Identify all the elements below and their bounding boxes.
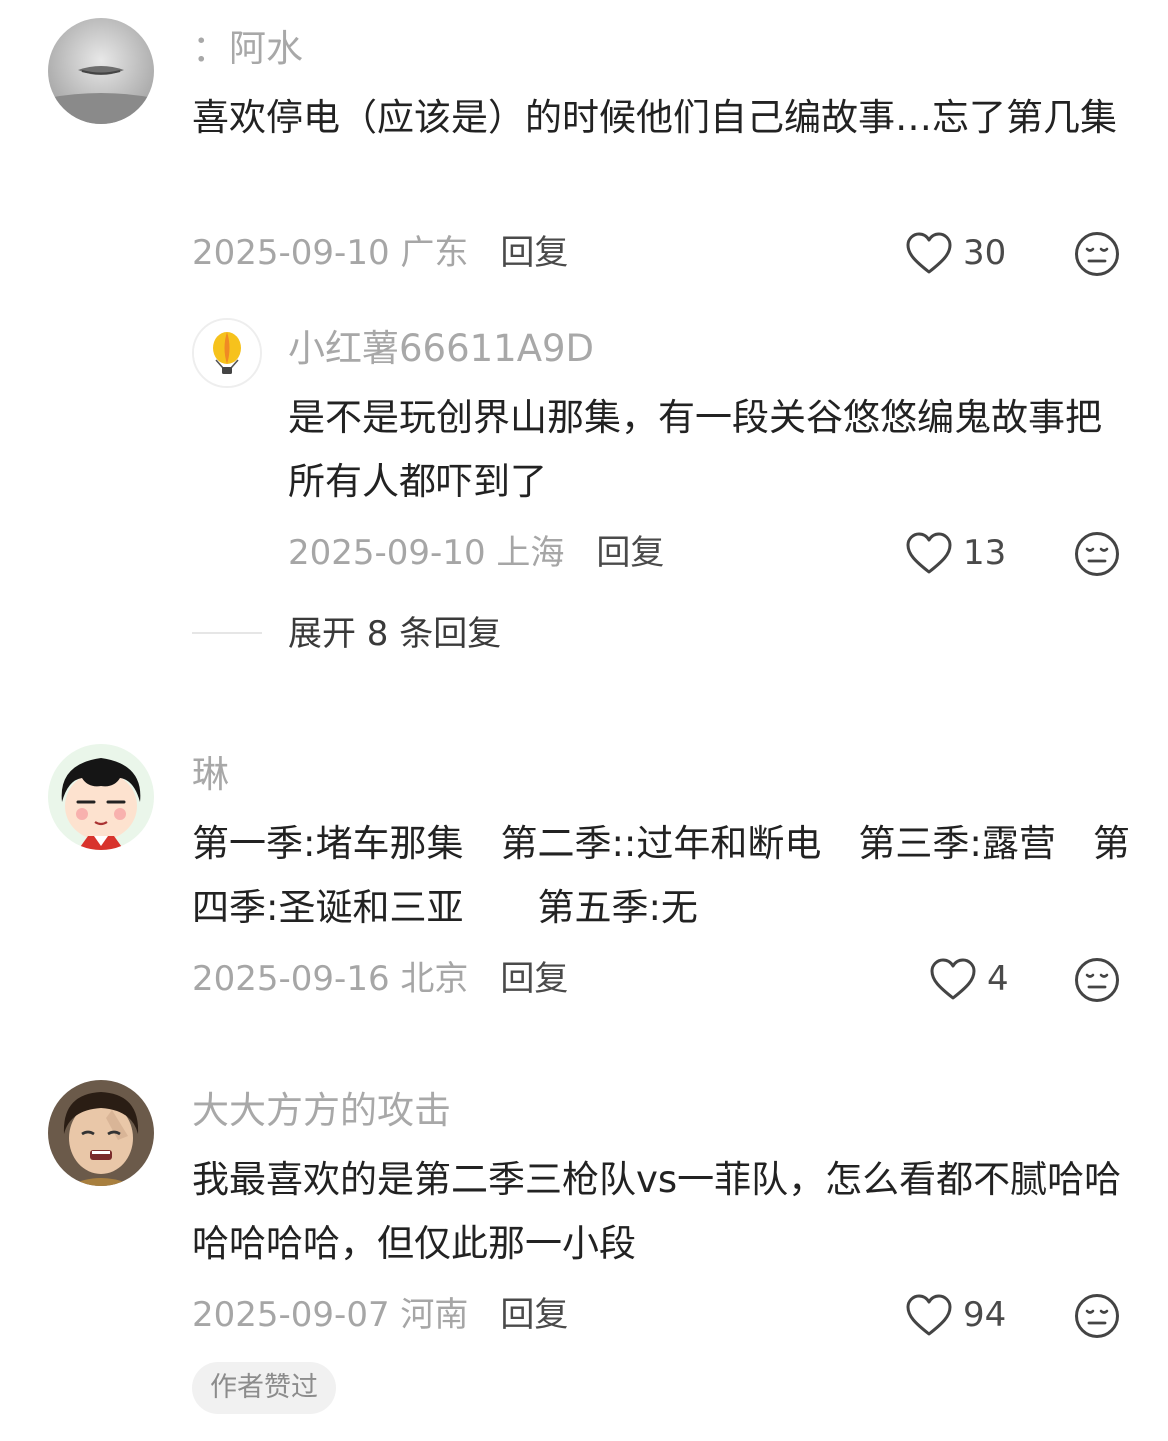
comment-meta: 2025-09-10 广东 回复 [192, 231, 568, 275]
neutral-face-icon[interactable] [1074, 531, 1120, 577]
reply-button[interactable]: 回复 [500, 1293, 568, 1337]
comment-location: 北京 [400, 959, 469, 999]
comment-username[interactable]: 琳 [192, 753, 229, 797]
like-count: 4 [987, 959, 1009, 999]
reply-date: 2025-09-10 [288, 533, 486, 573]
heart-outline-icon [905, 1293, 953, 1337]
expand-replies-button[interactable]: 展开 8 条回复 [288, 612, 501, 656]
reply-button[interactable]: 回复 [500, 957, 568, 1001]
heart-outline-icon [929, 957, 977, 1001]
comment-date: 2025-09-10 [192, 233, 390, 273]
comment-meta: 2025-09-07 河南 回复 [192, 1293, 568, 1337]
avatar[interactable] [192, 318, 262, 388]
comment-date: 2025-09-16 [192, 959, 390, 999]
reply-button[interactable]: 回复 [500, 231, 568, 275]
reply-location: 上海 [496, 533, 565, 573]
comment-text: 喜欢停电（应该是）的时候他们自己编故事…忘了第几集 [192, 96, 1117, 139]
heart-outline-icon [905, 231, 953, 275]
comment-username[interactable]: 大大方方的攻击 [192, 1089, 451, 1133]
like-count: 94 [963, 1295, 1007, 1335]
avatar[interactable] [48, 18, 154, 124]
comment-text: 我最喜欢的是第二季三枪队vs一菲队，怎么看都不腻哈哈哈哈哈哈，但仅此那一小段 [192, 1158, 1122, 1265]
neutral-face-icon[interactable] [1074, 957, 1120, 1003]
heart-outline-icon [905, 531, 953, 575]
comment-text: 第一季:堵车那集 第二季::过年和断电 第三季:露营 第四季:圣诞和三亚 第五季… [192, 822, 1130, 929]
author-liked-badge: 作者赞过 [192, 1362, 336, 1414]
comment-time-location: 2025-09-10 广东 [192, 231, 468, 275]
comment-location: 广东 [400, 233, 469, 273]
like-button[interactable]: 13 [905, 531, 1006, 575]
comment-time-location: 2025-09-07 河南 [192, 1293, 468, 1337]
neutral-face-icon[interactable] [1074, 1293, 1120, 1339]
expand-divider [192, 632, 262, 634]
like-count: 13 [963, 533, 1007, 573]
reply-button[interactable]: 回复 [596, 531, 664, 575]
like-button[interactable]: 30 [905, 231, 1006, 275]
avatar[interactable] [48, 744, 154, 850]
like-count: 30 [963, 233, 1007, 273]
reply-time-location: 2025-09-10 上海 [288, 531, 564, 575]
comment-location: 河南 [400, 1295, 469, 1335]
reply-text: 是不是玩创界山那集，有一段关谷悠悠编鬼故事把所有人都吓到了 [288, 396, 1102, 503]
like-button[interactable]: 4 [929, 957, 1009, 1001]
comment-meta: 2025-09-16 北京 回复 [192, 957, 568, 1001]
neutral-face-icon[interactable] [1074, 231, 1120, 277]
comment-date: 2025-09-07 [192, 1295, 390, 1335]
comment-username[interactable]: ：阿水 [192, 27, 303, 71]
comment-time-location: 2025-09-16 北京 [192, 957, 468, 1001]
reply-meta: 2025-09-10 上海 回复 [288, 531, 664, 575]
reply-username[interactable]: 小红薯66611A9D [288, 327, 594, 371]
avatar[interactable] [48, 1080, 154, 1186]
like-button[interactable]: 94 [905, 1293, 1006, 1337]
